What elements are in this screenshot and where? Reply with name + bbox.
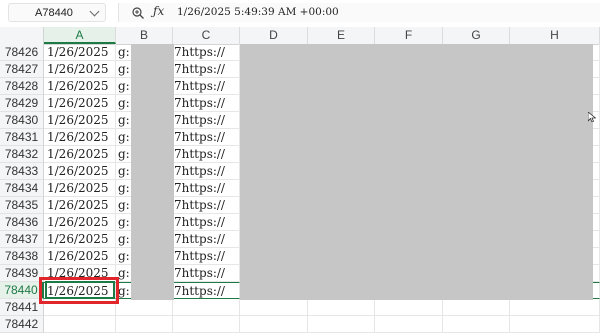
- cell-a[interactable]: 1/26/2025: [44, 61, 116, 78]
- column-header-f[interactable]: F: [375, 27, 443, 44]
- cell-a[interactable]: [44, 316, 116, 333]
- cell-c[interactable]: 7https://: [173, 180, 240, 197]
- row-number[interactable]: 78435: [0, 197, 44, 214]
- cell-c[interactable]: [173, 299, 240, 316]
- cell-c[interactable]: [173, 316, 240, 333]
- annotation-highlight-box: [39, 277, 119, 304]
- cell-c[interactable]: 7https://: [173, 282, 240, 299]
- cell-e[interactable]: [308, 316, 375, 333]
- redacted-block-d-h: [240, 44, 593, 300]
- column-header-b[interactable]: B: [116, 27, 173, 44]
- cell-b[interactable]: [116, 299, 173, 316]
- column-header-e[interactable]: E: [308, 27, 375, 44]
- cell-c[interactable]: 7https://: [173, 248, 240, 265]
- cell-h[interactable]: [510, 316, 600, 333]
- cell-b[interactable]: [116, 316, 173, 333]
- cell-c[interactable]: 7https://: [173, 95, 240, 112]
- row-number[interactable]: 78430: [0, 112, 44, 129]
- formula-bar: A78440 ƒx 1/26/2025 5:49:39 AM +00:00: [0, 0, 600, 28]
- cell-a[interactable]: 1/26/2025: [44, 197, 116, 214]
- row-number[interactable]: 78426: [0, 44, 44, 61]
- row-number[interactable]: 78437: [0, 231, 44, 248]
- cell-a[interactable]: 1/26/2025: [44, 248, 116, 265]
- column-header: A B C D E F G H: [0, 27, 600, 45]
- cell-c[interactable]: 7https://: [173, 78, 240, 95]
- cell-c[interactable]: 7https://: [173, 265, 240, 282]
- cell-c[interactable]: 7https://: [173, 112, 240, 129]
- cell-g[interactable]: [443, 316, 510, 333]
- cell-g[interactable]: [443, 299, 510, 316]
- row-number[interactable]: 78441: [0, 299, 44, 316]
- column-header-c[interactable]: C: [173, 27, 240, 44]
- row-number[interactable]: 78429: [0, 95, 44, 112]
- cell-f[interactable]: [375, 316, 443, 333]
- row-number[interactable]: 78440: [0, 282, 44, 299]
- column-header-h[interactable]: H: [510, 27, 600, 44]
- zoom-icon[interactable]: [131, 6, 145, 20]
- cell-a[interactable]: 1/26/2025: [44, 146, 116, 163]
- cell-c[interactable]: 7https://: [173, 231, 240, 248]
- row-number[interactable]: 78431: [0, 129, 44, 146]
- cell-a[interactable]: 1/26/2025: [44, 231, 116, 248]
- cell-a[interactable]: 1/26/2025: [44, 180, 116, 197]
- mouse-cursor-icon: [588, 112, 596, 122]
- cell-d[interactable]: [240, 299, 308, 316]
- row-number[interactable]: 78433: [0, 163, 44, 180]
- cell-a[interactable]: 1/26/2025: [44, 44, 116, 61]
- cell-a[interactable]: 1/26/2025: [44, 95, 116, 112]
- cell-c[interactable]: 7https://: [173, 44, 240, 61]
- cell-d[interactable]: [240, 316, 308, 333]
- cell-e[interactable]: [308, 299, 375, 316]
- row-number[interactable]: 78432: [0, 146, 44, 163]
- row-number[interactable]: 78434: [0, 180, 44, 197]
- formula-text[interactable]: 1/26/2025 5:49:39 AM +00:00: [177, 6, 339, 18]
- column-header-g[interactable]: G: [443, 27, 510, 44]
- cell-a[interactable]: 1/26/2025: [44, 163, 116, 180]
- row-number[interactable]: 78438: [0, 248, 44, 265]
- cell-c[interactable]: 7https://: [173, 61, 240, 78]
- cell-c[interactable]: 7https://: [173, 129, 240, 146]
- column-header-a[interactable]: A: [44, 27, 116, 44]
- cell-c[interactable]: 7https://: [173, 146, 240, 163]
- table-row: 78442: [0, 316, 600, 333]
- row-number[interactable]: 78427: [0, 61, 44, 78]
- cell-c[interactable]: 7https://: [173, 214, 240, 231]
- cell-a[interactable]: 1/26/2025: [44, 78, 116, 95]
- cell-c[interactable]: 7https://: [173, 197, 240, 214]
- cell-a[interactable]: 1/26/2025: [44, 129, 116, 146]
- row-number[interactable]: 78436: [0, 214, 44, 231]
- column-header-d[interactable]: D: [240, 27, 308, 44]
- select-all-corner[interactable]: [0, 27, 44, 44]
- row-number[interactable]: 78428: [0, 78, 44, 95]
- cell-f[interactable]: [375, 299, 443, 316]
- cell-c[interactable]: 7https://: [173, 163, 240, 180]
- row-number[interactable]: 78442: [0, 316, 44, 333]
- cell-a[interactable]: 1/26/2025: [44, 112, 116, 129]
- function-icon[interactable]: ƒx: [153, 4, 164, 18]
- redacted-block-b: [131, 44, 174, 300]
- row-number[interactable]: 78439: [0, 265, 44, 282]
- cell-h[interactable]: [510, 299, 600, 316]
- cell-a[interactable]: 1/26/2025: [44, 214, 116, 231]
